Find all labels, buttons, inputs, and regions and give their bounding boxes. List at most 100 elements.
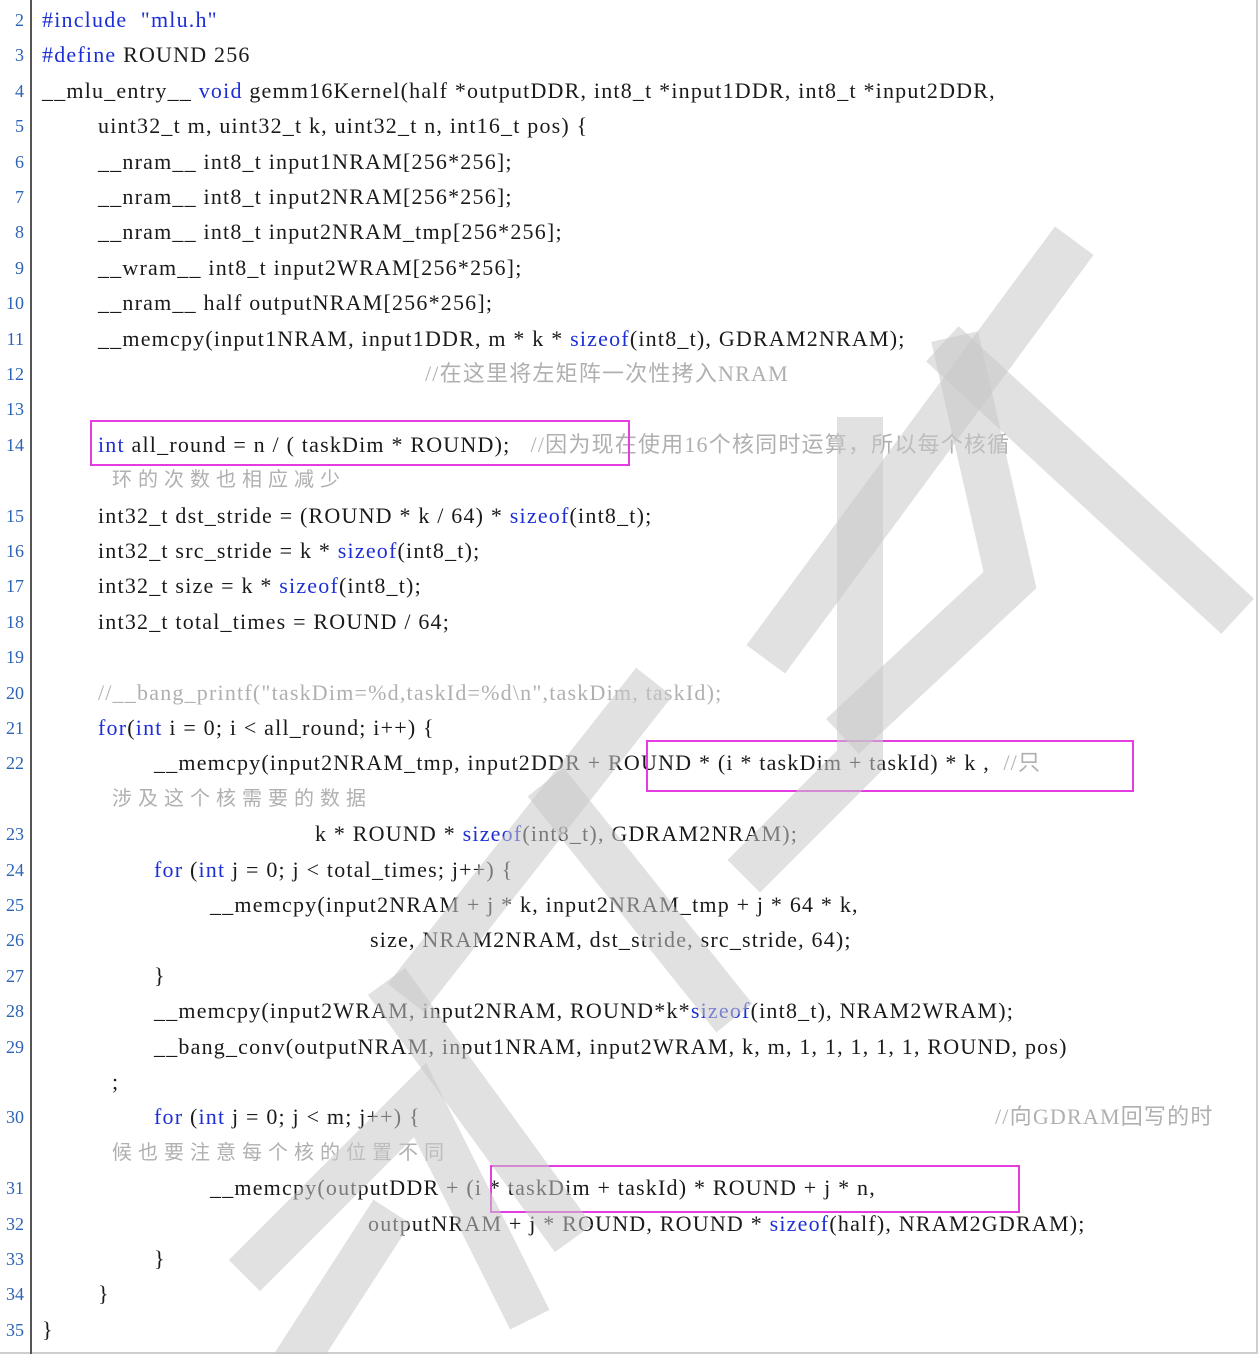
comment-token: //向GDRAM回写的时 — [995, 1104, 1214, 1130]
keyword-token: sizeof — [279, 573, 339, 599]
code-token: size, NRAM2NRAM, dst_stride, src_stride,… — [370, 927, 852, 953]
code-line-continuation: 环的次数也相应减少 — [0, 465, 1258, 495]
code-token: ( — [183, 1104, 199, 1130]
code-token: ( — [127, 715, 136, 740]
code-line-3: 3 #define ROUND 256 — [0, 40, 1258, 70]
keyword-token: void — [198, 77, 243, 103]
line-number: 21 — [6, 718, 24, 738]
code-line-13: 13 — [0, 394, 1258, 424]
code-token: j = 0; j < m; j++) { — [225, 1104, 421, 1130]
code-line-29: 29 __bang_conv(outputNRAM, input1NRAM, in… — [0, 1032, 1258, 1062]
line-number: 24 — [6, 859, 24, 880]
code-text: size, NRAM2NRAM, dst_stride, src_stride,… — [370, 925, 852, 955]
code-line-21: 21 for(int i = 0; i < all_round; i++) { — [0, 713, 1258, 743]
code-line-32: 32 outputNRAM + j * ROUND, ROUND * sizeof… — [0, 1209, 1258, 1239]
code-line-6: 6 __nram__ int8_t input1NRAM[256*256]; — [0, 147, 1258, 177]
code-text: } — [154, 961, 166, 991]
code-text: __memcpy(outputDDR + (i * taskDim + task… — [210, 1173, 876, 1203]
code-line-14: 14 int all_round = n / ( taskDim * ROUND)… — [0, 430, 1258, 460]
code-token: all_round = n / ( taskDim * ROUND); — [124, 431, 511, 457]
line-number: 34 — [6, 1284, 24, 1305]
code-token: __nram__ int8_t input2NRAM_tmp[256*256]; — [98, 219, 563, 245]
code-line-22: 22 __memcpy(input2NRAM_tmp, input2DDR + R… — [0, 748, 1258, 778]
line-number: 33 — [6, 1249, 24, 1269]
code-text: for (int j = 0; j < total_times; j++) { — [154, 855, 513, 885]
comment-token: //只 — [1003, 750, 1042, 776]
code-line-9: 9 __wram__ int8_t input2WRAM[256*256]; — [0, 253, 1258, 283]
comment-token: //因为现在使用16个核同时运算，所以每个核循 — [530, 431, 1011, 457]
line-number: 29 — [6, 1036, 24, 1057]
line-number: 3 — [15, 45, 24, 66]
code-line-25: 25 __memcpy(input2NRAM + j * k, input2NRA… — [0, 890, 1258, 920]
code-token: ; — [112, 1069, 119, 1094]
keyword-token: int — [98, 431, 125, 457]
keyword-token: int — [135, 715, 163, 740]
code-token: __nram__ int8_t input1NRAM[256*256]; — [98, 148, 513, 174]
code-token: (int8_t); — [338, 573, 422, 599]
code-line-continuation: 涉及这个核需要的数据 — [0, 784, 1258, 814]
code-token: ROUND 256 — [116, 42, 251, 68]
line-number: 31 — [6, 1178, 24, 1199]
line-number: 14 — [6, 434, 24, 455]
code-text: int32_t total_times = ROUND / 64; — [98, 607, 450, 637]
code-token: __bang_conv(outputNRAM, input1NRAM, inpu… — [154, 1033, 1068, 1059]
code-line-7: 7 __nram__ int8_t input2NRAM[256*256]; — [0, 182, 1258, 212]
code-line-12: 12 //在这里将左矩阵一次性拷入NRAM — [0, 359, 1258, 389]
code-token: __memcpy(input2NRAM_tmp, input2DDR + ROU… — [154, 750, 1004, 776]
line-number: 8 — [15, 222, 24, 243]
line-number: 12 — [6, 364, 24, 384]
line-number: 22 — [6, 753, 24, 774]
code-line-2: 2 #include "mlu.h" — [0, 5, 1258, 35]
keyword-token: int — [198, 856, 226, 882]
code-token: } — [154, 962, 166, 988]
code-line-continuation: ; — [0, 1067, 1258, 1097]
code-token: (int8_t), GDRAM2NRAM); — [629, 325, 906, 351]
code-text: ; — [112, 1067, 118, 1097]
code-token: outputNRAM + j * ROUND, ROUND * — [368, 1210, 770, 1236]
code-text: } — [42, 1315, 54, 1345]
code-text: k * ROUND * sizeof(int8_t), GDRAM2NRAM); — [315, 819, 798, 849]
code-token: int32_t dst_stride = (ROUND * k / 64) * — [98, 502, 510, 528]
keyword-token: "mlu.h" — [140, 7, 218, 32]
code-line-34: 34} — [0, 1279, 1258, 1309]
keyword-token: sizeof — [462, 821, 523, 847]
line-number: 2 — [15, 10, 24, 30]
line-number: 35 — [6, 1319, 24, 1340]
code-line-19: 19 — [0, 642, 1258, 672]
line-number: 13 — [6, 399, 24, 420]
code-token: __nram__ int8_t input2NRAM[256*256]; — [98, 184, 513, 209]
keyword-token: sizeof — [690, 998, 751, 1024]
keyword-token: #include — [42, 7, 128, 32]
code-text: __nram__ int8_t input1NRAM[256*256]; — [98, 147, 513, 177]
code-line-15: 15 int32_t dst_stride = (ROUND * k / 64) … — [0, 501, 1258, 531]
code-text: //在这里将左矩阵一次性拷入NRAM — [425, 359, 789, 389]
code-token: uint32_t m, uint32_t k, uint32_t n, int1… — [98, 113, 589, 139]
line-number: 4 — [15, 80, 24, 101]
code-text: for (int j = 0; j < m; j++) { — [154, 1102, 421, 1132]
line-number: 32 — [6, 1213, 24, 1234]
comment-token: //__bang_printf("taskDim=%d,taskId=%d\n"… — [98, 679, 723, 705]
code-line-24: 24 for (int j = 0; j < total_times; j++) … — [0, 855, 1258, 885]
keyword-token: sizeof — [769, 1210, 830, 1236]
code-text: __mlu_entry__ void gemm16Kernel(half *ou… — [42, 76, 996, 106]
code-token: } — [42, 1316, 54, 1342]
code-token: int32_t size = k * — [98, 573, 280, 599]
comment-token: //在这里将左矩阵一次性拷入NRAM — [425, 361, 789, 386]
code-token: (int8_t); — [397, 538, 481, 563]
code-text: 环的次数也相应减少 — [112, 465, 346, 495]
code-token: (int8_t), NRAM2WRAM); — [750, 998, 1015, 1024]
keyword-token: for — [98, 715, 128, 740]
code-token: gemm16Kernel(half *outputDDR, int8_t *in… — [242, 77, 996, 103]
line-number: 10 — [6, 293, 24, 314]
code-token: __memcpy(input2WRAM, input2NRAM, ROUND*k… — [154, 998, 691, 1024]
trailing-comment: //向GDRAM回写的时 — [995, 1102, 1214, 1132]
code-token: __memcpy(input2NRAM + j * k, input2NRAM_… — [210, 892, 859, 917]
line-number: 27 — [6, 965, 24, 986]
code-line-31: 31 __memcpy(outputDDR + (i * taskDim + ta… — [0, 1173, 1258, 1203]
code-text: } — [98, 1279, 110, 1309]
code-line-23: 23 k * ROUND * sizeof(int8_t), GDRAM2NRAM… — [0, 819, 1258, 849]
code-line-4: 4 __mlu_entry__ void gemm16Kernel(half *o… — [0, 76, 1258, 106]
comment-token: 涉及这个核需要的数据 — [112, 787, 372, 810]
line-number: 7 — [15, 187, 24, 207]
